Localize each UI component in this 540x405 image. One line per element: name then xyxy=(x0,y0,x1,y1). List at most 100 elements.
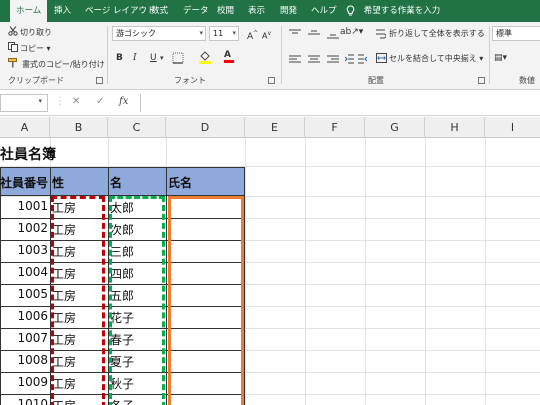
column-header-f[interactable]: F xyxy=(305,117,365,138)
tab-review[interactable]: 校閲 xyxy=(217,0,234,22)
grow-font-icon[interactable]: A^ xyxy=(247,28,258,43)
header-divider xyxy=(166,167,167,196)
cell-employee-id[interactable]: 1002 xyxy=(0,221,50,235)
cell-divider xyxy=(166,262,167,284)
header-cell-fullname[interactable]: 氏名 xyxy=(168,174,192,191)
cell-employee-id[interactable]: 1007 xyxy=(0,331,50,345)
font-size-select[interactable]: 11 ▾ xyxy=(209,26,239,41)
tell-me-box[interactable]: 希望する作業を入力 xyxy=(346,0,440,22)
header-cell-sei[interactable]: 性 xyxy=(52,174,64,191)
cell-divider xyxy=(166,350,167,372)
cell-divider xyxy=(166,196,167,218)
tab-view[interactable]: 表示 xyxy=(248,0,265,22)
cell-divider xyxy=(166,372,167,394)
italic-button[interactable]: I xyxy=(133,52,137,64)
header-cell-id[interactable]: 社員番号 xyxy=(0,174,48,191)
gridline xyxy=(305,138,306,405)
tab-data[interactable]: データ xyxy=(183,0,209,22)
cell-employee-id[interactable]: 1005 xyxy=(0,287,50,301)
cell-divider xyxy=(166,328,167,350)
cell-employee-id[interactable]: 1006 xyxy=(0,309,50,323)
column-headers: A B C D E F G H I xyxy=(0,117,540,138)
column-header-g[interactable]: G xyxy=(365,117,425,138)
cell-divider xyxy=(166,306,167,328)
tab-formulas[interactable]: 数式 xyxy=(151,0,168,22)
tab-page-layout[interactable]: ページ レイアウト xyxy=(85,0,156,22)
tell-me-text: 希望する作業を入力 xyxy=(363,6,441,16)
tab-home[interactable]: ホーム xyxy=(10,0,48,22)
format-painter-icon xyxy=(8,58,17,68)
top-align-icons[interactable] xyxy=(289,29,341,39)
indent-icons[interactable] xyxy=(345,53,367,65)
copy-icon xyxy=(8,42,18,52)
tab-developer[interactable]: 開発 xyxy=(280,0,297,22)
underline-dropdown-icon[interactable]: ▾ xyxy=(160,52,164,64)
formula-input[interactable] xyxy=(140,94,540,112)
cell-employee-id[interactable]: 1010 xyxy=(0,397,50,405)
enter-icon[interactable]: ✓ xyxy=(96,96,104,107)
wrap-text-button[interactable]: 折り返して全体を表示する xyxy=(389,28,485,39)
insert-function-icon[interactable]: fx xyxy=(119,96,128,107)
cell-divider xyxy=(166,284,167,306)
alignment-group-label: 配置 xyxy=(368,76,384,85)
cancel-icon[interactable]: ✕ xyxy=(72,96,80,107)
cell-employee-id[interactable]: 1001 xyxy=(0,199,50,213)
ribbon-home: 切り取り コピー ▾ 書式のコピー/貼り付け クリップボード 游ゴシック ▾ 11… xyxy=(0,22,540,90)
currency-icon[interactable]: ▤▾ xyxy=(494,52,507,64)
clipboard-launcher-icon[interactable] xyxy=(96,77,103,84)
column-header-a[interactable]: A xyxy=(0,117,50,138)
font-group-label: フォント xyxy=(174,76,206,85)
copy-button[interactable]: コピー ▾ xyxy=(20,43,51,54)
column-header-c[interactable]: C xyxy=(108,117,166,138)
cut-button[interactable]: 切り取り xyxy=(20,27,52,38)
font-launcher-icon[interactable] xyxy=(268,77,275,84)
formula-bar: ▾ ⋮ ✕ ✓ fx xyxy=(0,91,540,116)
cell-employee-id[interactable]: 1004 xyxy=(0,265,50,279)
wrap-text-icon xyxy=(376,29,386,39)
group-separator xyxy=(489,26,490,84)
cell-divider xyxy=(166,240,167,262)
underline-button[interactable]: U xyxy=(150,52,157,64)
tab-insert[interactable]: 挿入 xyxy=(54,0,71,22)
column-header-h[interactable]: H xyxy=(425,117,485,138)
copy-marquee-mei xyxy=(109,196,165,405)
cell-employee-id[interactable]: 1009 xyxy=(0,375,50,389)
lightbulb-icon xyxy=(346,4,355,15)
format-painter-button[interactable]: 書式のコピー/貼り付け xyxy=(22,59,105,70)
header-cell-mei[interactable]: 名 xyxy=(110,174,122,191)
column-header-e[interactable]: E xyxy=(245,117,305,138)
name-box[interactable]: ▾ xyxy=(0,94,48,112)
number-format-select[interactable]: 標準 xyxy=(492,26,540,41)
gridline xyxy=(425,138,426,405)
group-separator xyxy=(107,26,108,84)
cell-divider xyxy=(166,218,167,240)
shrink-font-icon[interactable]: Av xyxy=(262,28,271,43)
gridline xyxy=(485,138,486,405)
tab-help[interactable]: ヘルプ xyxy=(311,0,337,22)
header-divider xyxy=(108,167,109,196)
merge-center-button[interactable]: セルを結合して中央揃え ▾ xyxy=(389,53,483,64)
column-header-b[interactable]: B xyxy=(50,117,108,138)
highlight-fullname-column xyxy=(168,196,244,405)
column-header-d[interactable]: D xyxy=(166,117,245,138)
sheet-title[interactable]: 社員名簿 xyxy=(0,144,56,164)
bold-button[interactable]: B xyxy=(116,52,123,64)
scissors-icon xyxy=(8,26,18,36)
clipboard-group-label: クリップボード xyxy=(8,76,64,85)
borders-icon[interactable] xyxy=(172,52,186,64)
cell-employee-id[interactable]: 1008 xyxy=(0,353,50,367)
drag-handle-icon: ⋮ xyxy=(55,96,65,107)
fill-color-icon[interactable] xyxy=(198,50,214,65)
orientation-icon[interactable]: ab↗▾ xyxy=(340,26,363,38)
gridline xyxy=(365,138,366,405)
column-header-i[interactable]: I xyxy=(485,117,540,138)
horizontal-align-icons[interactable] xyxy=(289,54,341,64)
worksheet-grid[interactable]: 社員名簿 社員番号 性 名 氏名 1001 工房 太郎 1002 工房 次郎 1003 工房三… xyxy=(0,138,540,405)
cell-employee-id[interactable]: 1003 xyxy=(0,243,50,257)
ribbon-tab-bar: ホーム 挿入 ページ レイアウト 数式 データ 校閲 表示 開発 ヘルプ 希望す… xyxy=(0,0,540,22)
alignment-launcher-icon[interactable] xyxy=(478,77,485,84)
gridline xyxy=(245,138,246,405)
font-name-select[interactable]: 游ゴシック ▾ xyxy=(112,26,206,41)
font-color-icon[interactable]: A xyxy=(224,49,234,63)
merge-center-icon xyxy=(376,53,387,63)
